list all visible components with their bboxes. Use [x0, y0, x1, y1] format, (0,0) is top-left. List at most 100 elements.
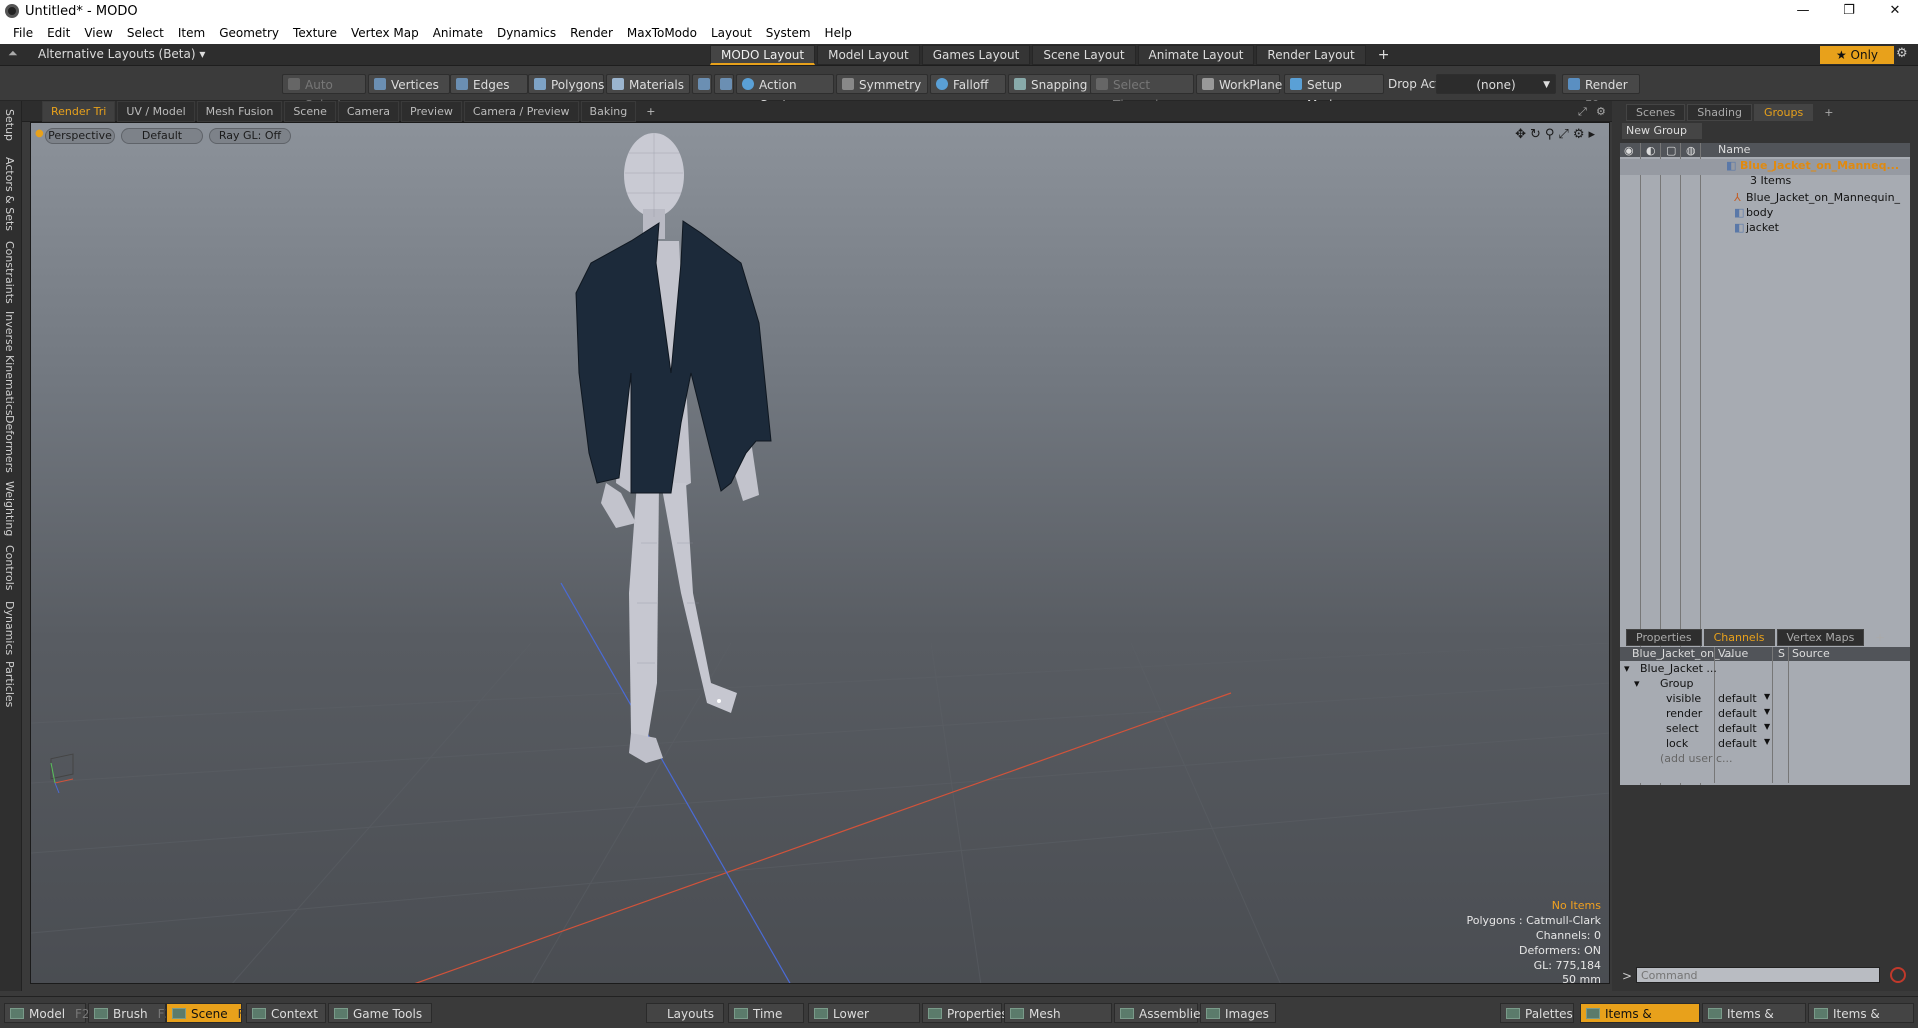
alternative-layouts-dropdown[interactable]: Alternative Layouts (Beta) ▾ [38, 47, 205, 61]
tab-render-layout[interactable]: Render Layout [1256, 45, 1366, 65]
items-properties-button[interactable]: Items & Properties [1580, 1003, 1700, 1028]
restore-button[interactable]: ❐ [1826, 0, 1872, 22]
strip-tab-constraints[interactable]: Constraints [3, 241, 16, 304]
viewport-nav-controls[interactable]: ✥↻⚲⤢⚙▸ [1515, 127, 1599, 142]
list-item[interactable]: ◧ jacket [1620, 221, 1910, 237]
items-groups-button[interactable]: Items & Groups [1702, 1003, 1806, 1028]
viewport-gear-icon[interactable]: ⚙ [1588, 102, 1614, 121]
viewport-status-icon[interactable]: ● [35, 128, 44, 139]
add-right-tab-button[interactable]: + [1815, 105, 1842, 120]
strip-tab-setup[interactable]: Setup [3, 109, 16, 141]
command-input[interactable] [1636, 967, 1880, 983]
strip-tab-inverse-kinematics[interactable]: Inverse Kinematics [3, 311, 16, 416]
tab-render-tri[interactable]: Render Tri [42, 100, 116, 122]
tab-scenes[interactable]: Scenes [1626, 103, 1686, 121]
menu-render[interactable]: Render [563, 22, 620, 44]
channel-root-row[interactable]: ▾ Blue_Jacket ... [1620, 662, 1910, 678]
dropdown-arrow-icon[interactable]: ▼ [1764, 737, 1770, 746]
tab-shading[interactable]: Shading [1687, 103, 1752, 121]
raygl-toggle[interactable]: Ray GL: Off [209, 128, 291, 144]
tab-channels[interactable]: Channels [1703, 628, 1775, 646]
menu-item[interactable]: Item [171, 22, 212, 44]
symmetry-button[interactable]: Symmetry [836, 74, 928, 94]
strip-tab-actors-sets[interactable]: Actors & Sets [3, 157, 16, 231]
minimize-button[interactable]: — [1780, 0, 1826, 22]
pan-icon[interactable]: ✥ [1515, 127, 1530, 142]
channel-render-row[interactable]: render default ▼ [1620, 707, 1910, 723]
group-row[interactable]: ◧ Blue_Jacket_on_Manneq... [1620, 159, 1910, 175]
menu-edit[interactable]: Edit [40, 22, 77, 44]
list-item[interactable]: ⅄ Blue_Jacket_on_Mannequin_ [1620, 191, 1910, 207]
menu-dynamics[interactable]: Dynamics [490, 22, 563, 44]
action-center-button[interactable]: Action Center [736, 74, 834, 112]
channel-select-row[interactable]: select default ▼ [1620, 722, 1910, 738]
drop-action-select[interactable]: (none) ▼ [1436, 74, 1556, 94]
mesh-operations-button[interactable]: Mesh Operations [1004, 1003, 1112, 1028]
perspective-dropdown[interactable]: Perspective [45, 128, 115, 144]
strip-tab-weighting[interactable]: Weighting [3, 481, 16, 536]
collapse-arrow-icon[interactable]: ⏶ [8, 46, 18, 61]
layouts-button[interactable]: Layouts [646, 1003, 724, 1023]
auto-select-button[interactable]: Auto Select [282, 74, 366, 112]
dropdown-arrow-icon[interactable]: ▼ [1764, 692, 1770, 701]
menu-animate[interactable]: Animate [426, 22, 490, 44]
context-button[interactable]: Context [246, 1003, 326, 1023]
select-mode-b-button[interactable] [714, 74, 734, 94]
fit-icon[interactable]: ⤢ [1558, 127, 1572, 142]
channel-group-row[interactable]: ▾ Group [1620, 677, 1910, 693]
more-arrow-icon[interactable]: ▸ [1588, 127, 1599, 142]
tab-modo-layout[interactable]: MODO Layout [710, 45, 816, 65]
add-layout-button[interactable]: + [1368, 45, 1400, 65]
setup-mode-button[interactable]: Setup Mode [1284, 74, 1384, 112]
tab-model-layout[interactable]: Model Layout [817, 45, 920, 65]
3d-viewport[interactable]: ● Perspective Default Ray GL: Off ✥↻⚲⤢⚙▸… [30, 122, 1610, 984]
tab-camera-preview[interactable]: Camera / Preview [463, 100, 579, 122]
only-button[interactable]: ★ Only [1820, 46, 1894, 64]
time-button[interactable]: Time [728, 1003, 804, 1023]
menu-file[interactable]: File [6, 22, 40, 44]
tab-preview[interactable]: Preview [401, 100, 462, 122]
list-item[interactable]: ◧ body [1620, 206, 1910, 222]
vertices-button[interactable]: Vertices [368, 74, 450, 94]
tab-camera[interactable]: Camera [337, 100, 400, 122]
strip-tab-dynamics[interactable]: Dynamics [3, 601, 16, 655]
tab-mesh-fusion[interactable]: Mesh Fusion [196, 100, 283, 122]
strip-tab-particles[interactable]: Particles [3, 661, 16, 707]
scene-button[interactable]: Scene F4 [166, 1003, 252, 1023]
menu-select[interactable]: Select [120, 22, 171, 44]
shading-dropdown[interactable]: Default [121, 128, 203, 144]
strip-tab-controls[interactable]: Controls [3, 545, 16, 591]
add-channel-tab-button[interactable]: + [1866, 630, 1893, 645]
tab-vertex-maps[interactable]: Vertex Maps [1776, 628, 1865, 646]
add-viewport-tab-button[interactable]: + [638, 102, 663, 121]
model-button[interactable]: Model F2 [4, 1003, 90, 1023]
workplane-button[interactable]: WorkPlane [1196, 74, 1282, 94]
rotate-icon[interactable]: ↻ [1530, 127, 1545, 142]
channel-lock-row[interactable]: lock default ▼ [1620, 737, 1910, 753]
menu-vertex-map[interactable]: Vertex Map [344, 22, 426, 44]
polygons-button[interactable]: Polygons [528, 74, 604, 94]
menu-view[interactable]: View [77, 22, 119, 44]
menu-texture[interactable]: Texture [286, 22, 344, 44]
menu-geometry[interactable]: Geometry [212, 22, 286, 44]
tab-uv-model[interactable]: UV / Model [117, 100, 195, 122]
tab-animate-layout[interactable]: Animate Layout [1137, 45, 1255, 65]
falloff-button[interactable]: Falloff [930, 74, 1006, 94]
game-tools-button[interactable]: Game Tools [328, 1003, 432, 1023]
gear-icon[interactable]: ⚙ [1896, 46, 1908, 61]
tab-groups[interactable]: Groups [1753, 103, 1814, 121]
view-gear-icon[interactable]: ⚙ [1573, 127, 1589, 142]
assemblies-button[interactable]: Assemblies [1114, 1003, 1207, 1023]
lower-viewports-button[interactable]: Lower Viewports [808, 1003, 920, 1028]
edges-button[interactable]: Edges [450, 74, 528, 94]
new-group-button[interactable]: New Group [1622, 123, 1702, 139]
menu-help[interactable]: Help [818, 22, 859, 44]
select-mode-a-button[interactable] [692, 74, 712, 94]
zoom-icon[interactable]: ⚲ [1545, 127, 1559, 142]
brush-button[interactable]: Brush F3 [88, 1003, 172, 1023]
select-through-button[interactable]: Select Through [1090, 74, 1194, 112]
render-button[interactable]: Render F9 [1562, 74, 1640, 112]
add-user-channel-row[interactable]: (add user c... [1620, 752, 1910, 768]
dropdown-arrow-icon[interactable]: ▼ [1764, 722, 1770, 731]
tab-baking[interactable]: Baking [580, 100, 637, 122]
